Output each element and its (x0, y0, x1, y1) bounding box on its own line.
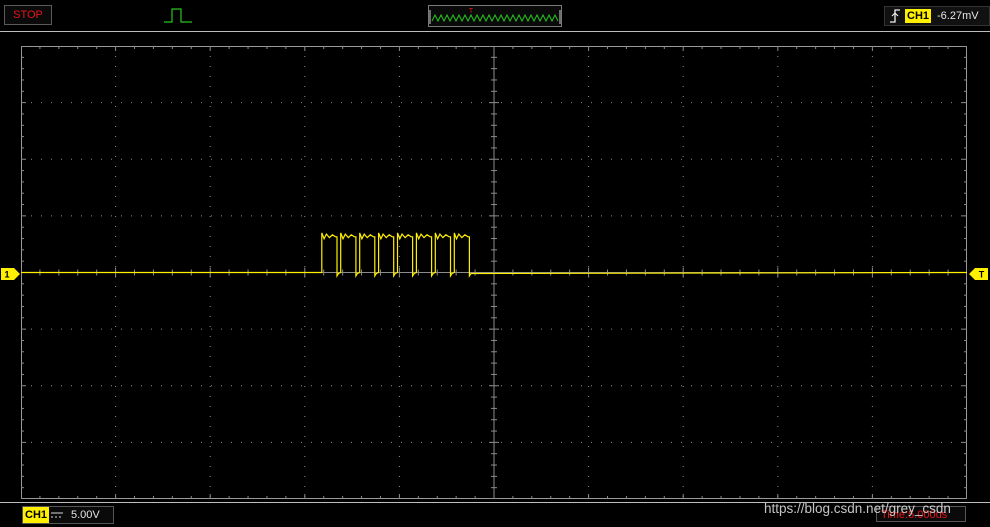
ch1-level-marker[interactable]: 1 (1, 268, 20, 280)
top-toolbar: STOP T CH1 -6.27mV (0, 0, 990, 30)
watermark-text: https://blog.csdn.net/grey_csdn (764, 501, 951, 516)
trigger-info[interactable]: CH1 -6.27mV (884, 6, 990, 26)
trigger-marker-label: T (979, 270, 985, 280)
trigger-channel-badge: CH1 (905, 9, 932, 23)
ch1-badge: CH1 (23, 507, 50, 523)
preview-trigger-marker: T (469, 8, 474, 15)
trigger-level-readout: -6.27mV (937, 10, 979, 22)
run-stop-button[interactable]: STOP (4, 5, 52, 25)
scope-screen[interactable] (21, 46, 967, 499)
timebase-preview[interactable]: T (428, 5, 562, 27)
top-divider (0, 31, 990, 32)
volts-per-div: 5.00V (71, 509, 100, 521)
dc-coupling-icon (51, 512, 63, 518)
trigger-level-marker[interactable]: T (969, 268, 988, 280)
preview-waveform (431, 13, 559, 23)
rising-edge-icon (890, 9, 900, 23)
ch1-marker-label: 1 (4, 270, 9, 280)
ch1-settings[interactable]: CH1 5.00V (22, 506, 114, 524)
single-pulse-icon[interactable] (163, 6, 193, 24)
